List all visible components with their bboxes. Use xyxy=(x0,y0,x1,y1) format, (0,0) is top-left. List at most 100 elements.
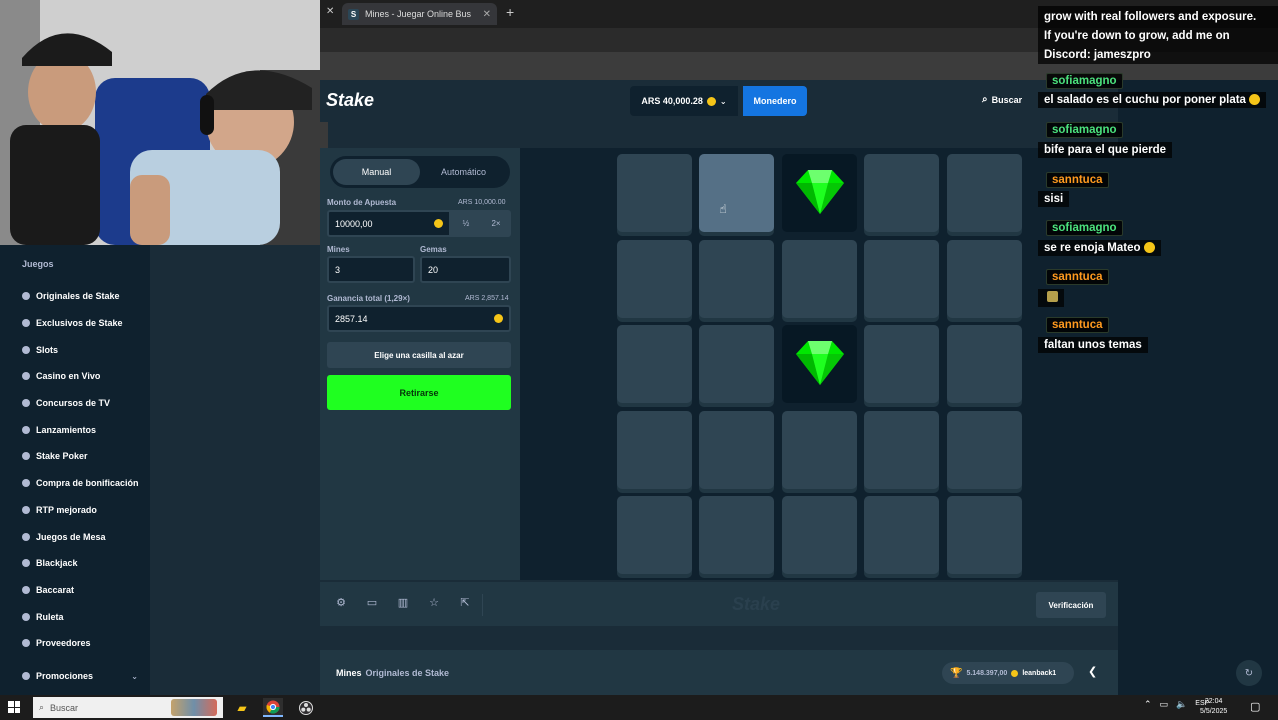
mine-tile[interactable]: ☝ xyxy=(699,154,775,232)
nav-item-icon xyxy=(22,479,30,488)
mine-tile[interactable] xyxy=(699,496,775,574)
nav-item-label: Promociones xyxy=(36,671,94,681)
system-clock[interactable]: 22:04 5/5/2025 xyxy=(1200,697,1227,717)
new-tab-button[interactable]: + xyxy=(506,4,514,20)
nav-item[interactable]: Lanzamientos xyxy=(22,416,139,443)
close-icon[interactable]: ✕ xyxy=(326,6,334,17)
mines-label: Mines xyxy=(327,245,350,254)
stats-icon[interactable]: ▥ xyxy=(396,596,410,609)
mine-tile[interactable] xyxy=(699,325,775,403)
nav-item[interactable]: Exclusivos de Stake xyxy=(22,310,139,337)
mine-tile[interactable] xyxy=(864,154,940,232)
mine-tile[interactable] xyxy=(946,239,1022,318)
taskbar-search[interactable]: ⌕ Buscar xyxy=(33,697,223,718)
obs-icon[interactable] xyxy=(296,698,316,717)
profit-limit: ARS 2,857.14 xyxy=(465,295,509,302)
chrome-icon[interactable] xyxy=(263,698,283,717)
half-bet-button[interactable]: ½ xyxy=(451,210,481,237)
clock-date: 5/5/2025 xyxy=(1200,708,1228,715)
nav-item-label: Baccarat xyxy=(36,584,75,595)
mine-tile[interactable] xyxy=(946,496,1022,574)
nav-item-icon xyxy=(22,399,30,408)
theater-icon[interactable]: ▭ xyxy=(365,596,379,609)
mine-tile[interactable] xyxy=(699,239,775,318)
verify-button[interactable]: Verificación xyxy=(1036,592,1106,618)
nav-item[interactable]: Blackjack xyxy=(22,550,139,577)
nav-item-icon xyxy=(22,345,30,354)
mine-tile[interactable] xyxy=(946,154,1022,232)
windows-start-icon[interactable] xyxy=(8,701,20,713)
double-bet-button[interactable]: 2× xyxy=(481,210,511,237)
mine-tile[interactable] xyxy=(864,410,940,489)
star-icon[interactable]: ☆ xyxy=(427,596,441,609)
mine-tile[interactable] xyxy=(617,154,692,232)
nav-item-icon xyxy=(22,292,30,301)
nav-item[interactable]: RTP mejorado xyxy=(22,497,139,524)
notification-icon[interactable]: ▢ xyxy=(1250,700,1260,713)
random-tile-button[interactable]: Elige una casilla al azar xyxy=(327,342,511,368)
nav-item[interactable]: Proveedores xyxy=(22,630,139,657)
mine-tile[interactable] xyxy=(781,496,857,574)
mine-tile[interactable] xyxy=(781,239,857,318)
nav-item[interactable]: Ruleta xyxy=(22,603,139,630)
chat-message: grow with real followers and exposure. I… xyxy=(1038,6,1278,64)
mine-tile[interactable] xyxy=(864,496,940,574)
chevron-up-icon[interactable]: ⌃ xyxy=(1144,699,1152,710)
nav-item[interactable]: Baccarat xyxy=(22,577,139,604)
game-name: Mines xyxy=(336,668,362,678)
file-explorer-icon[interactable]: ▰ xyxy=(232,698,252,717)
chat-text: el salado es el cuchu por poner plata xyxy=(1044,94,1246,106)
nav-item[interactable]: Slots xyxy=(22,336,139,363)
close-tab-icon[interactable]: ✕ xyxy=(483,9,491,20)
mine-tile[interactable] xyxy=(617,325,692,403)
divider xyxy=(482,594,483,616)
mine-tile[interactable] xyxy=(617,496,692,574)
gear-icon[interactable]: ⚙ xyxy=(334,596,348,609)
bet-amount-input[interactable]: 10000,00 xyxy=(327,210,451,237)
nav-item[interactable]: Stake Poker xyxy=(22,443,139,470)
mine-tile-gem[interactable] xyxy=(781,154,857,232)
balance-selector[interactable]: ARS 40,000.28 ⌄ xyxy=(630,86,738,116)
big-win-badge[interactable]: 🏆 5.148.397,00 leanback1 xyxy=(942,662,1074,684)
volume-icon[interactable]: 🔈 xyxy=(1176,699,1187,710)
cashout-button[interactable]: Retirarse xyxy=(327,375,511,410)
mine-tile[interactable] xyxy=(864,325,940,403)
mine-tile[interactable] xyxy=(781,410,857,489)
mine-tile[interactable] xyxy=(946,410,1022,489)
stake-logo[interactable]: Stake xyxy=(326,90,374,111)
popout-icon[interactable]: ⇱ xyxy=(458,596,472,609)
nav-list: Originales de Stake Exclusivos de Stake … xyxy=(22,283,139,657)
profit-value: 2857.14 xyxy=(335,313,368,324)
webcam-overlay xyxy=(0,0,328,245)
search-label: Buscar xyxy=(991,94,1023,105)
chat-username: sofiamagno xyxy=(1046,220,1123,236)
mine-tile[interactable] xyxy=(699,410,775,489)
bet-amount-value: 10000,00 xyxy=(335,218,373,229)
nav-item[interactable]: Compra de bonificación xyxy=(22,470,139,497)
chat-message: se re enoja Mateo xyxy=(1038,240,1161,256)
support-chat-icon[interactable]: ↻ xyxy=(1236,660,1262,686)
search-button[interactable]: ⌕ Buscar xyxy=(982,94,1022,105)
network-icon[interactable]: ▭ xyxy=(1160,699,1169,710)
mine-tile[interactable] xyxy=(617,239,692,318)
mine-tile[interactable] xyxy=(946,325,1022,403)
chat-username: sofiamagno xyxy=(1046,122,1123,138)
mine-tile[interactable] xyxy=(617,410,692,489)
windows-taskbar: ⌕ Buscar ▰ ⌃ ▭ 🔈 ESP 22:04 5/5/2025 ▢ xyxy=(0,695,1278,720)
wallet-button[interactable]: Monedero xyxy=(743,86,807,116)
mines-select[interactable]: 3 xyxy=(327,256,415,283)
nav-item[interactable]: Juegos de Mesa xyxy=(22,523,139,550)
chevron-left-icon[interactable]: ❮ xyxy=(1088,665,1097,678)
tab-manual[interactable]: Manual xyxy=(333,159,420,185)
mine-tile-gem[interactable] xyxy=(781,325,857,403)
nav-item[interactable]: Originales de Stake xyxy=(22,283,139,310)
nav-item[interactable]: Concursos de TV xyxy=(22,390,139,417)
nav-item-promociones[interactable]: Promociones ⌄ xyxy=(22,671,138,681)
chat-text: grow with real followers and exposure. xyxy=(1044,11,1257,23)
tab-automatic[interactable]: Automático xyxy=(420,159,507,185)
game-category[interactable]: Originales de Stake xyxy=(366,668,450,678)
chat-text: bife para el que pierde xyxy=(1044,144,1167,156)
mine-tile[interactable] xyxy=(864,239,940,318)
browser-tab[interactable]: S Mines - Juegar Online Bus ✕ xyxy=(342,3,497,25)
nav-item[interactable]: Casino en Vivo xyxy=(22,363,139,390)
